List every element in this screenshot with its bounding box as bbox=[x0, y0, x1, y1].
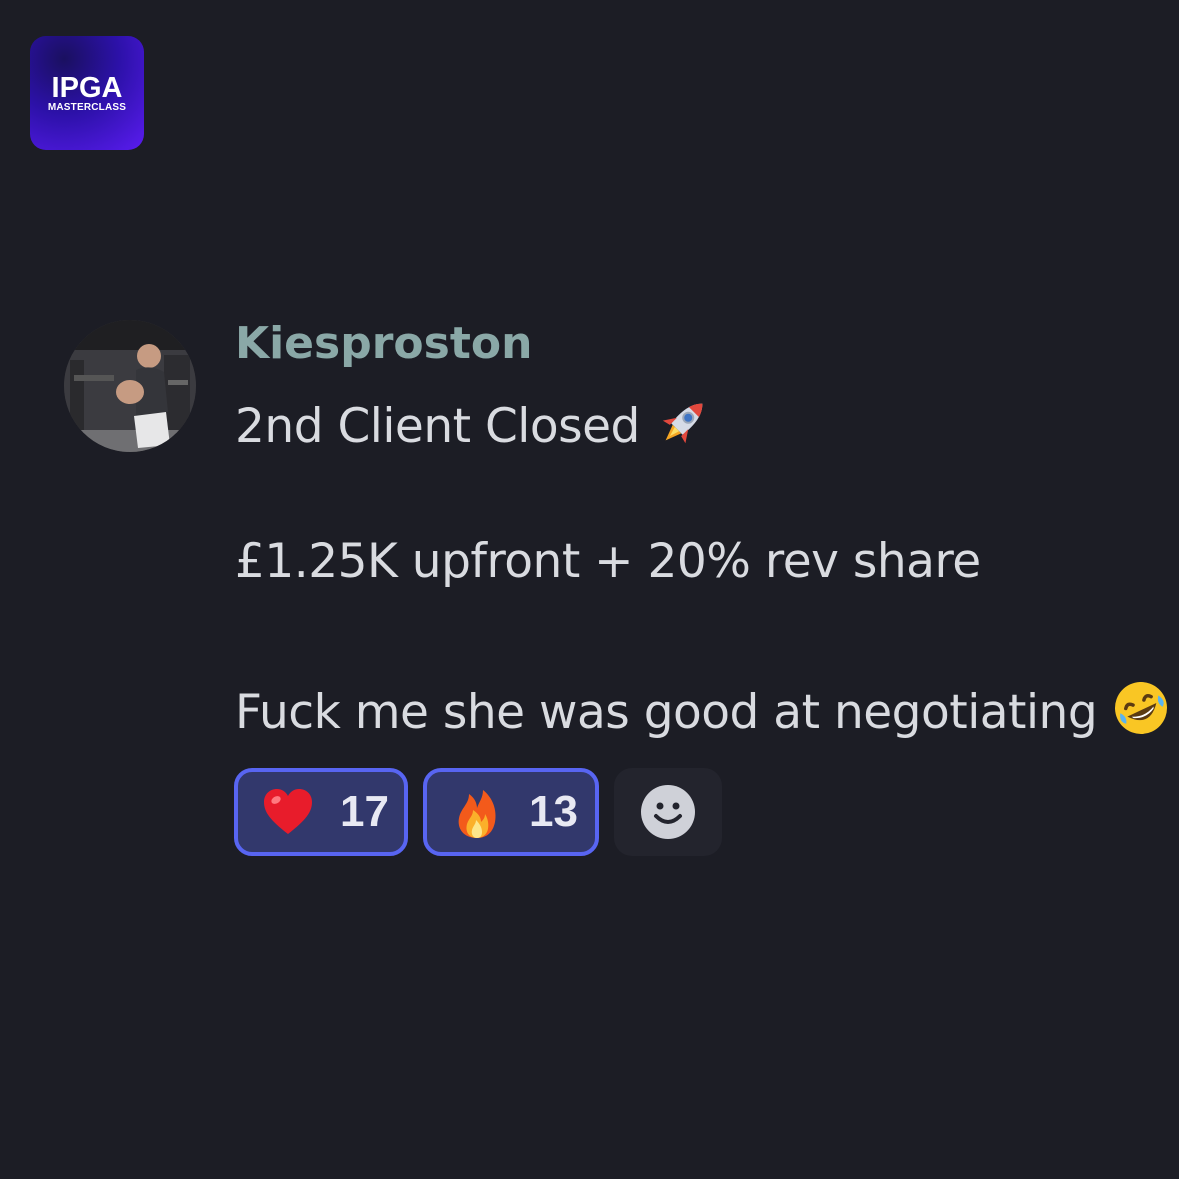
add-reaction-button[interactable] bbox=[614, 768, 722, 856]
message-text-3: Fuck me she was good at negotiating bbox=[235, 685, 1098, 740]
rolling-on-floor-laughing-icon bbox=[1111, 678, 1171, 753]
ipga-logo: IPGA MASTERCLASS bbox=[30, 36, 144, 150]
rocket-icon bbox=[654, 392, 714, 467]
fire-icon bbox=[449, 784, 505, 840]
logo-text: IPGA bbox=[51, 72, 123, 104]
reaction-heart[interactable]: 17 bbox=[234, 768, 408, 856]
message-line-3: Fuck me she was good at negotiating bbox=[235, 678, 1171, 753]
message-line-2: £1.25K upfront + 20% rev share bbox=[235, 534, 981, 589]
message-text-1: 2nd Client Closed bbox=[235, 399, 640, 454]
user-avatar[interactable] bbox=[64, 320, 196, 452]
message-line-1: 2nd Client Closed bbox=[235, 392, 714, 467]
message-screen: IPGA MASTERCLASS Kiesproston 2nd Client … bbox=[0, 0, 1179, 1179]
logo-subtext: MASTERCLASS bbox=[47, 102, 127, 113]
reaction-count: 13 bbox=[529, 787, 578, 836]
heart-icon bbox=[260, 784, 316, 840]
author-name[interactable]: Kiesproston bbox=[235, 314, 532, 374]
smiley-add-reaction-icon bbox=[641, 785, 695, 839]
avatar-photo bbox=[64, 320, 196, 452]
reaction-fire[interactable]: 13 bbox=[423, 768, 599, 856]
reaction-count: 17 bbox=[340, 787, 389, 836]
